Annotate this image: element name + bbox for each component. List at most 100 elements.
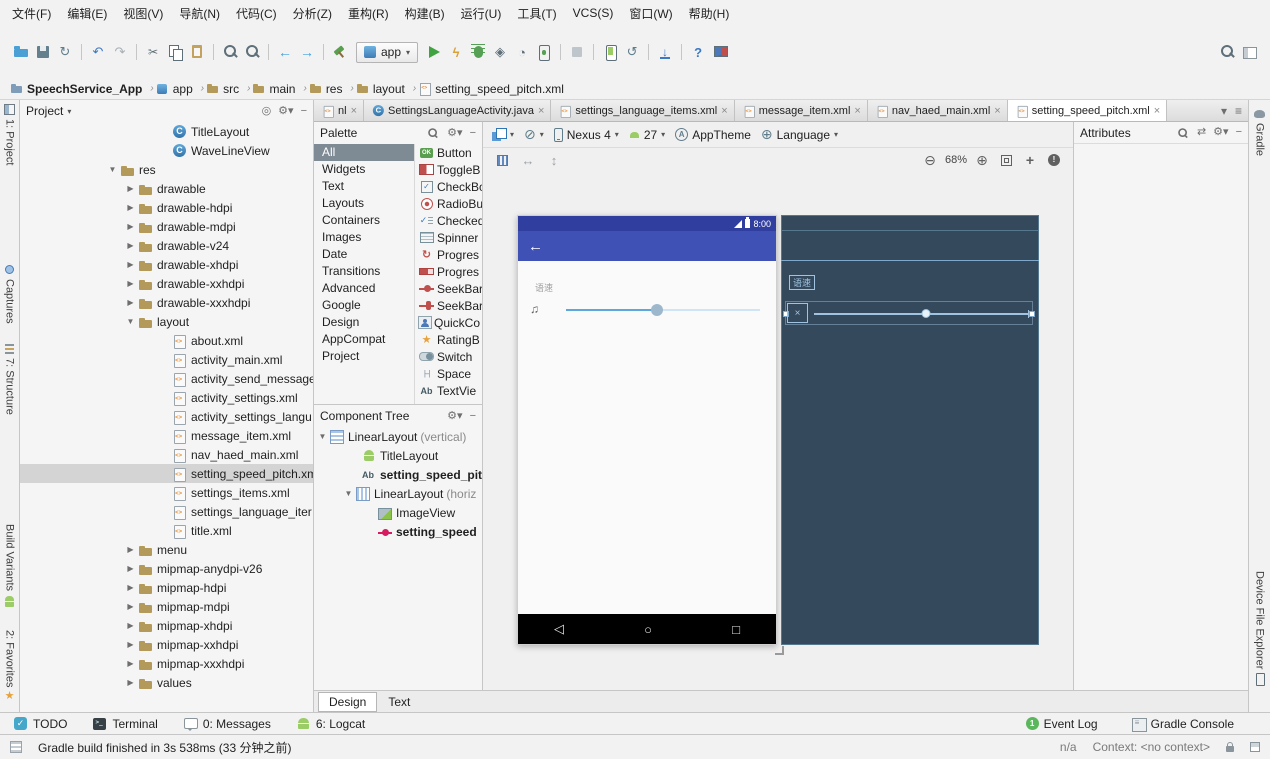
search-icon[interactable] xyxy=(1177,127,1188,138)
seekbar-thumb[interactable] xyxy=(651,304,664,316)
redo-icon[interactable] xyxy=(110,42,130,62)
find-icon[interactable] xyxy=(220,42,240,62)
back-arrow-icon[interactable]: ← xyxy=(528,238,543,255)
theme-select[interactable]: AppTheme xyxy=(675,128,751,142)
project-tree-item[interactable]: drawable-mdpi xyxy=(20,217,313,236)
widget-textview[interactable]: TextVie xyxy=(415,382,482,399)
zoom-in-icon[interactable] xyxy=(973,151,991,169)
breadcrumb-item[interactable]: app › xyxy=(156,82,204,96)
palette-category[interactable]: All xyxy=(314,144,414,161)
zoom-fit-icon[interactable] xyxy=(997,151,1015,169)
zoom-out-icon[interactable] xyxy=(921,151,939,169)
panels-icon[interactable] xyxy=(1239,42,1259,62)
tab-close-icon[interactable]: × xyxy=(538,105,544,117)
toolwindow-quick-access-icon[interactable] xyxy=(10,741,22,753)
project-tree-item[interactable]: mipmap-mdpi xyxy=(20,597,313,616)
comptree-setting-speed-pit[interactable]: setting_speed_pit xyxy=(314,465,482,484)
paste-icon[interactable] xyxy=(187,42,207,62)
toolwindow-gradle[interactable]: Gradle xyxy=(1253,104,1266,159)
editor-tab[interactable]: settings_language_items.xml × xyxy=(551,100,735,121)
tree-expander-icon[interactable] xyxy=(124,678,137,687)
tab-close-icon[interactable]: × xyxy=(994,105,1000,117)
palette-category[interactable]: Project xyxy=(314,348,414,365)
project-tree-item[interactable]: drawable-v24 xyxy=(20,236,313,255)
debug-icon[interactable] xyxy=(468,42,488,62)
project-view-select[interactable]: Project ▾ xyxy=(26,104,71,118)
tree-expander-icon[interactable] xyxy=(124,298,137,307)
sdk-manager-icon[interactable] xyxy=(655,42,675,62)
resize-horizontal-icon[interactable] xyxy=(519,151,537,169)
run-config-select[interactable]: app ▾ xyxy=(356,41,419,63)
hide-panel-icon[interactable]: − xyxy=(301,105,307,117)
grid-icon[interactable] xyxy=(493,151,511,169)
avd-manager-icon[interactable] xyxy=(600,42,620,62)
tree-expander-icon[interactable] xyxy=(124,602,137,611)
project-tree-item[interactable]: about.xml xyxy=(20,331,313,350)
lock-icon[interactable] xyxy=(1226,741,1234,752)
pan-icon[interactable] xyxy=(1021,151,1039,169)
project-tree-item[interactable]: drawable-xxxhdpi xyxy=(20,293,313,312)
swap-icon[interactable]: ⇄ xyxy=(1197,127,1206,138)
toolwindow-device-file-explorer[interactable]: Device File Explorer xyxy=(1253,568,1266,688)
open-icon[interactable] xyxy=(11,42,31,62)
project-tree-item[interactable]: TitleLayout xyxy=(20,122,313,141)
tab-close-icon[interactable]: × xyxy=(721,105,727,117)
project-tree-item[interactable]: title.xml xyxy=(20,521,313,540)
project-tree-item[interactable]: mipmap-xhdpi xyxy=(20,616,313,635)
breadcrumb-item[interactable]: main › xyxy=(252,82,307,96)
tab-dropdown-icon[interactable]: ▾ xyxy=(1221,104,1227,118)
stop-icon[interactable] xyxy=(567,42,587,62)
copy-icon[interactable] xyxy=(165,42,185,62)
gear-icon[interactable]: ⚙▾ xyxy=(447,127,462,139)
project-tree-item[interactable]: drawable-xhdpi xyxy=(20,255,313,274)
tree-expander-icon[interactable] xyxy=(124,583,137,592)
menu-code[interactable]: 代码(C) xyxy=(228,3,285,24)
preview-seekbar[interactable] xyxy=(566,304,760,316)
palette-category[interactable]: Advanced xyxy=(314,280,414,297)
project-tree-item[interactable]: menu xyxy=(20,540,313,559)
tree-expander-icon[interactable] xyxy=(124,184,137,193)
tree-expander-icon[interactable] xyxy=(124,279,137,288)
editor-tab[interactable]: nl × xyxy=(314,100,364,121)
sep-icon[interactable] xyxy=(132,42,141,62)
design-preview-phone[interactable]: 8:00 ← 语速 ♫ ◁ ○ □ xyxy=(517,215,777,645)
resize-grip-icon[interactable] xyxy=(775,646,784,655)
hide-panel-icon[interactable]: − xyxy=(470,127,476,139)
sep-icon[interactable] xyxy=(644,42,653,62)
attach-debugger-icon[interactable] xyxy=(534,42,554,62)
breadcrumb-item[interactable]: res › xyxy=(309,82,354,96)
project-tree-item[interactable]: mipmap-anydpi-v26 xyxy=(20,559,313,578)
widget-space[interactable]: Space xyxy=(415,365,482,382)
menu-refactor[interactable]: 重构(R) xyxy=(340,3,397,24)
sep-icon[interactable] xyxy=(677,42,686,62)
sync-icon[interactable] xyxy=(55,42,75,62)
hide-panel-icon[interactable]: − xyxy=(470,410,476,422)
preview-speed-label[interactable]: 语速 xyxy=(535,281,553,294)
hide-panel-icon[interactable]: − xyxy=(1236,127,1242,138)
toolwindow-logcat[interactable]: 6: Logcat xyxy=(297,717,365,731)
replace-icon[interactable] xyxy=(242,42,262,62)
menu-run[interactable]: 运行(U) xyxy=(453,3,510,24)
breadcrumb-item[interactable]: SpeechService_App › xyxy=(10,82,154,96)
palette-category[interactable]: Transitions xyxy=(314,263,414,280)
comptree-setting-speed[interactable]: setting_speed xyxy=(314,522,482,541)
run-icon[interactable] xyxy=(424,42,444,62)
monitor-icon[interactable] xyxy=(710,42,730,62)
tab-close-icon[interactable]: × xyxy=(351,105,357,117)
widget-quickcontactbadge[interactable]: QuickCo xyxy=(415,314,482,331)
project-tree-item[interactable]: nav_haed_main.xml xyxy=(20,445,313,464)
menu-navigate[interactable]: 导航(N) xyxy=(171,3,228,24)
menu-view[interactable]: 视图(V) xyxy=(115,3,171,24)
surface-mode-select[interactable]: ▾ xyxy=(491,127,514,142)
sep-icon[interactable] xyxy=(589,42,598,62)
tree-expander-icon[interactable] xyxy=(124,545,137,554)
project-tree-item[interactable]: drawable-hdpi xyxy=(20,198,313,217)
editor-tab[interactable]: nav_haed_main.xml × xyxy=(868,100,1008,121)
toolwindow-captures[interactable]: Captures xyxy=(3,260,16,327)
sep-icon[interactable] xyxy=(264,42,273,62)
tree-expander-icon[interactable] xyxy=(124,260,137,269)
widget-button[interactable]: Button xyxy=(415,144,482,161)
tab-list-icon[interactable]: ≡ xyxy=(1235,104,1242,118)
widget-togglebutton[interactable]: ToggleB xyxy=(415,161,482,178)
comptree-imageview[interactable]: ImageView xyxy=(314,503,482,522)
